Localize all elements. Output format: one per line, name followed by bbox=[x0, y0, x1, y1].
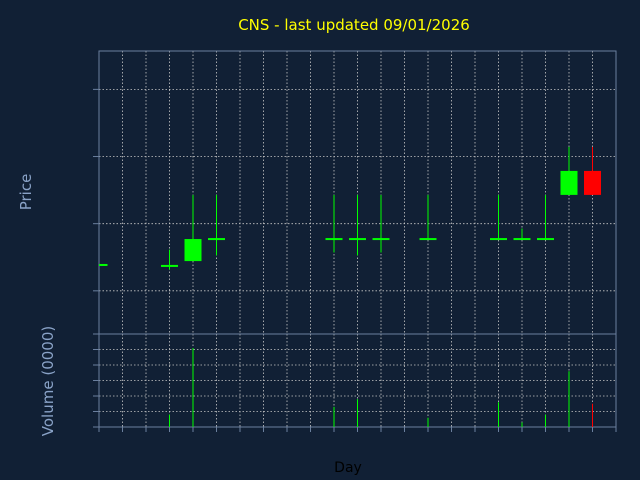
candle-body bbox=[584, 170, 601, 195]
candle-body bbox=[419, 238, 437, 241]
stock-chart: CNS - last updated 09/01/2026 Price Volu… bbox=[0, 0, 640, 480]
price-axis-label: Price bbox=[17, 174, 35, 211]
candle-body bbox=[513, 238, 531, 241]
candle-body bbox=[99, 263, 108, 266]
candle-body bbox=[372, 238, 390, 241]
volume-axis-label: Volume (0000) bbox=[39, 326, 57, 436]
candle-body bbox=[184, 239, 202, 262]
candle-body bbox=[349, 238, 366, 241]
candle-body bbox=[560, 170, 578, 195]
candle-body bbox=[537, 238, 554, 241]
candle-body bbox=[161, 264, 178, 267]
candle-body bbox=[490, 238, 507, 241]
day-axis-label: Day bbox=[334, 460, 362, 476]
chart-title: CNS - last updated 09/01/2026 bbox=[238, 16, 470, 34]
candle-body bbox=[325, 238, 343, 241]
candle-body bbox=[208, 238, 225, 241]
